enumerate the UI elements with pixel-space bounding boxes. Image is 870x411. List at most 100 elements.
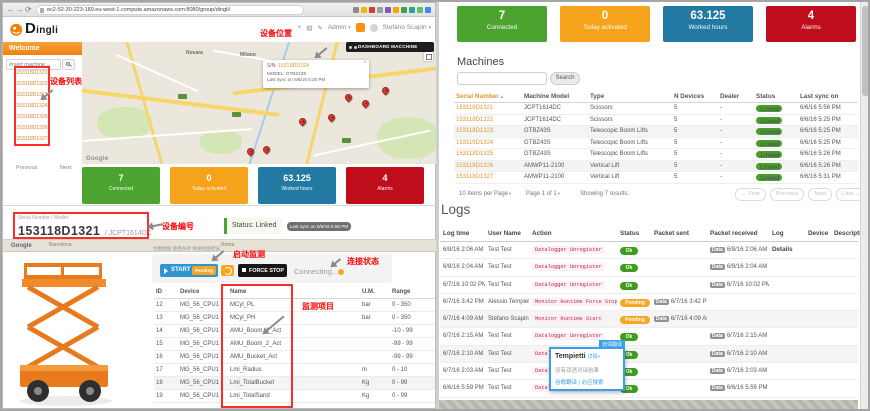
extension-icon[interactable] bbox=[401, 7, 407, 13]
map-pin-icon[interactable] bbox=[381, 86, 391, 96]
back-icon[interactable]: ← bbox=[7, 5, 15, 15]
column-header[interactable]: Status bbox=[754, 90, 798, 103]
table-row[interactable]: 19 MG_56_CPU1 Lmi_TotalSand Kg 0 - 99 bbox=[154, 390, 435, 403]
first-page-button[interactable]: ← First bbox=[735, 188, 766, 201]
cell-serial-link[interactable]: 153118D1325 bbox=[454, 149, 522, 160]
cell-packet-received: Data6/6/16 5:59 PM bbox=[707, 380, 769, 396]
table-row[interactable]: 6/6/16 5:59 PM Test Test Datalogger Unre… bbox=[440, 380, 858, 397]
search-icon bbox=[66, 62, 70, 66]
map-pin-icon[interactable] bbox=[298, 117, 308, 127]
extension-icon[interactable] bbox=[417, 7, 423, 13]
column-header[interactable]: Machine Model bbox=[522, 90, 588, 103]
column-header[interactable]: Type bbox=[588, 90, 672, 103]
forward-icon[interactable]: → bbox=[16, 5, 24, 15]
annotation-device-location: 设备位置 bbox=[260, 28, 292, 39]
address-bar[interactable]: ec2-52-30-223-189.eu-west-1.compute.amaz… bbox=[36, 5, 304, 15]
table-row[interactable]: 153118D1322 JCPT1614DC Scissors 5 - Link… bbox=[454, 115, 858, 127]
brand-logo[interactable]: Dingli bbox=[9, 20, 58, 37]
items-per-page-select[interactable]: 10 Items per Page bbox=[459, 191, 511, 197]
data-badge: Data bbox=[710, 351, 725, 357]
extension-icon[interactable] bbox=[425, 7, 431, 13]
edit-icon[interactable]: ✎ bbox=[317, 24, 322, 32]
page-select[interactable]: Page 1 of 1 bbox=[526, 191, 560, 197]
dashboard-macchine-toolbar[interactable]: DASHBOARD MACCHINE bbox=[346, 42, 434, 52]
cell-action: Monitor Runtime Force Stop bbox=[529, 294, 617, 310]
table-row[interactable]: 6/7/16 10:02 PM Test Test Datalogger Unr… bbox=[440, 277, 858, 294]
column-header: Log time bbox=[440, 226, 485, 242]
extension-icon[interactable] bbox=[369, 7, 375, 13]
add-icon[interactable]: + bbox=[297, 24, 301, 31]
tooltip-detail-link[interactable]: 详情» bbox=[588, 354, 601, 360]
table-row[interactable]: 18 MG_56_CPU1 Lmi_TotalBucket Kg 0 - 99 bbox=[154, 377, 435, 390]
previous-link[interactable]: Previous bbox=[16, 165, 37, 171]
cell-id: 18 bbox=[154, 377, 178, 390]
table-row[interactable]: 15 MG_56_CPU1 AMU_Boom_2_Act -99 - 99 bbox=[154, 338, 435, 351]
search-icon bbox=[349, 46, 352, 49]
map-pin-icon[interactable] bbox=[327, 113, 337, 123]
table-row[interactable]: 16 MG_56_CPU1 AMU_Bucket_Act -99 - 99 bbox=[154, 351, 435, 364]
table-row[interactable]: 14 MG_56_CPU1 AMU_Boom_1_Act -10 - 99 bbox=[154, 325, 435, 338]
reload-icon[interactable]: ⟳ bbox=[25, 5, 32, 15]
cell-serial-link[interactable]: 153118D1326 bbox=[454, 161, 522, 172]
column-header[interactable]: N Devices bbox=[672, 90, 718, 103]
key-extension-icon[interactable] bbox=[353, 7, 359, 13]
table-row[interactable]: 153118D1321 JCPT1614DC Scissors 5 - Link… bbox=[454, 103, 858, 115]
map-park bbox=[200, 130, 242, 154]
next-page-button[interactable]: Next bbox=[808, 188, 832, 201]
tooltip-search-links[interactable]: 谷歌翻译 | 必应搜索 bbox=[555, 378, 604, 386]
close-icon[interactable]: × bbox=[363, 60, 367, 66]
table-row[interactable]: 6/7/16 2:15 AM Test Test Datalogger Unre… bbox=[440, 328, 858, 345]
app-header: Dingli + ▤ ✎ Admin ▾ Stefano Scapin ▾ bbox=[3, 17, 435, 42]
table-row[interactable]: 6/7/16 2:03 AM Test Test Datalogger Unre… bbox=[440, 363, 858, 380]
admin-menu[interactable]: Admin ▾ bbox=[328, 24, 351, 31]
table-row[interactable]: 6/7/16 2:10 AM Test Test Datalogger Unre… bbox=[440, 346, 858, 363]
cell-serial-link[interactable]: 153118D1327 bbox=[454, 172, 522, 183]
user-menu[interactable]: Stefano Scapin ▾ bbox=[383, 24, 431, 31]
table-row[interactable]: 12 MG_56_CPU1 MCyl_PL bar 0 - 350 bbox=[154, 299, 435, 312]
table-row[interactable]: 13 MG_56_CPU1 MCyl_PH bar 0 - 350 bbox=[154, 312, 435, 325]
map-pin-icon[interactable] bbox=[344, 93, 354, 103]
table-row[interactable]: 6/7/16 3:42 PM Alessio Tempietti Monitor… bbox=[440, 294, 858, 311]
table-row[interactable]: 6/8/16 2:04 AM Test Test Datalogger Unre… bbox=[440, 259, 858, 276]
cell-serial-link[interactable]: 153118D1321 bbox=[454, 103, 522, 114]
column-header[interactable]: Dealer bbox=[718, 90, 754, 103]
table-row[interactable]: 6/8/16 2:06 AM Test Test Datalogger Unre… bbox=[440, 242, 858, 259]
notification-badge[interactable] bbox=[356, 23, 365, 32]
extension-icon[interactable] bbox=[377, 7, 383, 13]
map-pin-icon[interactable] bbox=[361, 99, 371, 109]
scrollbar-thumb[interactable] bbox=[862, 6, 869, 96]
extension-icon[interactable] bbox=[409, 7, 415, 13]
table-row[interactable]: 153118D1324 GTBZ43S Telescopic Boom Lift… bbox=[454, 138, 858, 150]
machines-search-input[interactable] bbox=[457, 72, 547, 85]
sidebar-tab-welcome[interactable]: Welcome bbox=[3, 42, 82, 55]
cell-serial-link[interactable]: 153118D1323 bbox=[454, 126, 522, 137]
extension-icon[interactable] bbox=[393, 7, 399, 13]
column-header[interactable]: Last sync on bbox=[798, 90, 858, 103]
machines-map[interactable]: Novara Milano DASHBOARD MACCHINE × S/N: … bbox=[82, 42, 436, 164]
cell-id: 14 bbox=[154, 325, 178, 338]
tooltip-word: Tempietti详情» bbox=[555, 353, 600, 360]
table-row[interactable]: 153118D1327 AMWP11-2100 Vertical Lift 5 … bbox=[454, 172, 858, 184]
cell-serial-link[interactable]: 153118D1322 bbox=[454, 115, 522, 126]
map-pin-icon[interactable] bbox=[262, 145, 272, 155]
cell-serial-link[interactable]: 153118D1324 bbox=[454, 138, 522, 149]
table-row[interactable]: 153118D1326 AMWP11-2100 Vertical Lift 5 … bbox=[454, 161, 858, 173]
machines-search-button[interactable]: Search bbox=[550, 72, 580, 85]
extension-icon[interactable] bbox=[385, 7, 391, 13]
previous-page-button[interactable]: Previous bbox=[770, 188, 805, 201]
table-row[interactable]: 153118D1325 GTBZ43S Telescopic Boom Lift… bbox=[454, 149, 858, 161]
fullscreen-control-icon[interactable] bbox=[424, 52, 433, 61]
table-row[interactable]: 17 MG_56_CPU1 Lmi_Radius m 0 - 10 bbox=[154, 364, 435, 377]
table-row[interactable]: 6/7/16 4:09 AM Stefano Scapin Monitor Ru… bbox=[440, 311, 858, 328]
popup-serial-link[interactable]: 153118D1324 bbox=[278, 63, 309, 69]
bookmark-star-icon[interactable] bbox=[361, 7, 367, 13]
map-attribution-links[interactable]: 地图数据 使用条款 举报地图错误 bbox=[153, 246, 220, 252]
refresh-button[interactable] bbox=[221, 265, 234, 276]
cell-description bbox=[831, 277, 858, 293]
next-link[interactable]: Next bbox=[60, 165, 71, 171]
column-header[interactable]: Serial Number bbox=[454, 90, 522, 103]
table-row[interactable]: 153118D1323 GTBZ43S Telescopic Boom Lift… bbox=[454, 126, 858, 138]
search-button[interactable] bbox=[62, 59, 75, 70]
force-stop-button[interactable]: FORCE STOP bbox=[238, 264, 287, 277]
print-icon[interactable]: ▤ bbox=[306, 24, 312, 32]
